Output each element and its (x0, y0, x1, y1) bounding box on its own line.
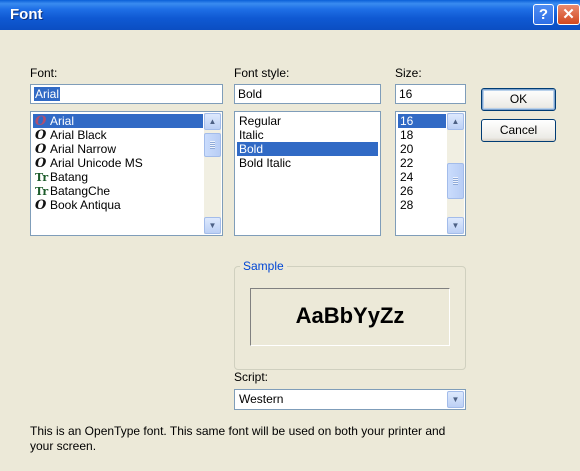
script-dropdown[interactable]: Western ▼ (234, 389, 466, 410)
opentype-icon: O (35, 142, 47, 157)
list-item-label: Bold Italic (239, 156, 292, 170)
scroll-down-icon: ▼ (208, 221, 217, 230)
font-style-value: Bold (238, 87, 263, 101)
opentype-icon: O (35, 156, 47, 171)
script-value: Western (239, 392, 284, 406)
font-description: This is an OpenType font. This same font… (30, 424, 446, 453)
sample-preview: AaBbYyZz (250, 288, 450, 346)
scroll-up-icon: ▲ (208, 117, 217, 126)
list-item-label: 28 (400, 198, 414, 212)
list-item-label: Book Antiqua (50, 198, 121, 212)
opentype-icon: O (35, 114, 47, 129)
scroll-up-icon: ▲ (451, 117, 460, 126)
list-item-label: 20 (400, 142, 414, 156)
font-style-input[interactable]: Bold (234, 84, 381, 104)
close-button[interactable]: ✕ (557, 4, 580, 25)
font-label: Font: (30, 66, 58, 80)
cancel-button[interactable]: Cancel (481, 119, 556, 142)
size-input[interactable]: 16 (395, 84, 466, 104)
list-item[interactable]: O Arial Narrow (33, 142, 203, 157)
list-item-label: Batang (50, 170, 89, 184)
font-dialog: Font ? ✕ Font: Arial O Arial O Arial Black O… (0, 0, 580, 471)
script-label: Script: (234, 370, 269, 384)
window-title: Font (10, 6, 43, 23)
list-item[interactable]: Bold Italic (237, 156, 378, 170)
list-item[interactable]: Tr Batang (33, 170, 203, 184)
font-list-scrollbar[interactable]: ▲ ▼ (204, 113, 221, 234)
list-item-label: Bold (239, 142, 264, 156)
list-item-label: Arial Unicode MS (50, 156, 143, 170)
scroll-down-button[interactable]: ▼ (447, 217, 464, 234)
opentype-icon: O (35, 198, 47, 213)
size-listbox[interactable]: 16 18 20 22 24 26 28 ▲ ▼ (395, 111, 466, 236)
title-bar[interactable]: Font ? ✕ (0, 0, 580, 30)
list-item[interactable]: O Arial Unicode MS (33, 156, 203, 171)
scroll-down-icon: ▼ (451, 221, 460, 230)
list-item[interactable]: 24 (398, 170, 446, 184)
list-item[interactable]: Tr BatangChe (33, 184, 203, 198)
list-item-label: 22 (400, 156, 414, 170)
list-item-label: Arial Narrow (50, 142, 117, 156)
font-name-value: Arial (34, 87, 61, 101)
scroll-up-button[interactable]: ▲ (204, 113, 221, 130)
list-item[interactable]: 22 (398, 156, 446, 170)
size-list-scrollbar[interactable]: ▲ ▼ (447, 113, 464, 234)
list-item-label: 16 (400, 114, 414, 128)
script-dropdown-button[interactable]: ▼ (447, 391, 464, 408)
list-item-label: Arial (50, 114, 75, 128)
list-item-label: 18 (400, 128, 414, 142)
list-item[interactable]: Bold (237, 142, 378, 156)
font-style-listbox[interactable]: Regular Italic Bold Bold Italic (234, 111, 381, 236)
ok-button[interactable]: OK (481, 88, 556, 111)
chevron-down-icon: ▼ (451, 395, 460, 404)
sample-text: AaBbYyZz (295, 303, 405, 328)
list-item-label: Arial Black (50, 128, 107, 142)
truetype-icon: Tr (35, 171, 49, 184)
list-item[interactable]: 26 (398, 184, 446, 198)
sample-label: Sample (240, 259, 287, 273)
list-item-label: 26 (400, 184, 414, 198)
list-item[interactable]: 20 (398, 142, 446, 156)
scroll-thumb[interactable] (204, 133, 221, 157)
list-item[interactable]: 18 (398, 128, 446, 142)
truetype-icon: Tr (35, 185, 49, 198)
help-icon: ? (538, 6, 549, 23)
list-item[interactable]: Italic (237, 128, 378, 142)
size-value: 16 (399, 87, 413, 101)
font-name-input[interactable]: Arial (30, 84, 223, 104)
scroll-down-button[interactable]: ▼ (204, 217, 221, 234)
font-style-label: Font style: (234, 66, 290, 80)
list-item[interactable]: O Book Antiqua (33, 198, 203, 213)
list-item[interactable]: 28 (398, 198, 446, 212)
size-label: Size: (395, 66, 422, 80)
scroll-thumb[interactable] (447, 163, 464, 199)
list-item-label: Regular (239, 114, 282, 128)
scroll-up-button[interactable]: ▲ (447, 113, 464, 130)
list-item[interactable]: O Arial Black (33, 128, 203, 143)
list-item-label: 24 (400, 170, 414, 184)
list-item[interactable]: O Arial (33, 114, 203, 129)
help-button[interactable]: ? (533, 4, 554, 25)
font-listbox[interactable]: O Arial O Arial Black O Arial Narrow O Arial Un… (30, 111, 223, 236)
close-icon: ✕ (562, 6, 575, 23)
list-item-label: BatangChe (50, 184, 111, 198)
list-item-label: Italic (239, 128, 264, 142)
list-item[interactable]: 16 (398, 114, 446, 128)
opentype-icon: O (35, 128, 47, 143)
list-item[interactable]: Regular (237, 114, 378, 128)
